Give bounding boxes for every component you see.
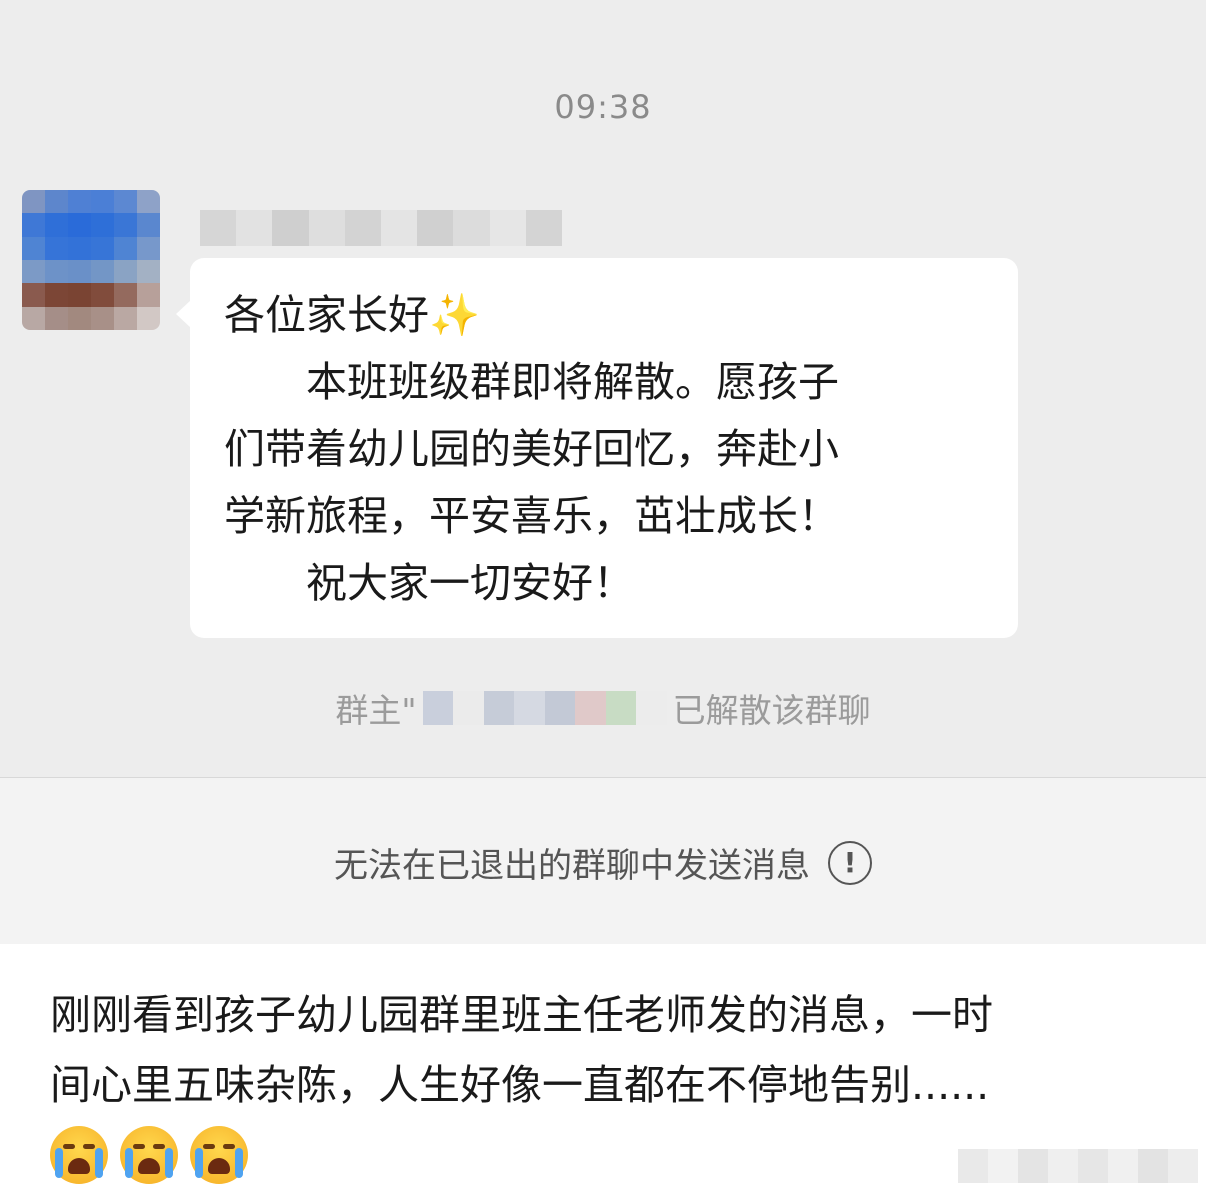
exclamation-circle-icon[interactable]: ! (828, 840, 872, 885)
cannot-send-text: 无法在已退出的群聊中发送消息 (334, 846, 810, 886)
message-line-2: 们带着幼儿园的美好回忆，奔赴小 (224, 425, 839, 473)
notice-prefix: 群主" (335, 691, 417, 730)
sender-avatar[interactable] (22, 190, 160, 330)
caption-line-2: 间心里五味杂陈，人生好像一直都在不停地告别...... (50, 1061, 990, 1109)
owner-name-redacted (422, 691, 667, 725)
chat-area: 09:38 各位家长好✨ 本班班级群即将解散。愿孩子 们带着幼儿园的美好回忆，奔… (0, 0, 1206, 778)
sparkles-icon: ✨ (429, 291, 481, 339)
watermark-redacted (958, 1149, 1198, 1183)
loudly-crying-face-icon (120, 1126, 178, 1184)
notice-suffix: 已解散该群聊 (672, 691, 871, 730)
message-line-4: 祝大家一切安好！ (306, 559, 634, 607)
cannot-send-notice: 无法在已退出的群聊中发送消息 ! (0, 838, 1206, 887)
message-line-1: 本班班级群即将解散。愿孩子 (306, 358, 839, 406)
message-timestamp: 09:38 (554, 88, 652, 126)
message-greeting: 各位家长好✨ (224, 291, 481, 339)
message-bubble[interactable]: 各位家长好✨ 本班班级群即将解散。愿孩子 们带着幼儿园的美好回忆，奔赴小 学新旅… (190, 258, 1018, 638)
loudly-crying-face-icon (50, 1126, 108, 1184)
system-notice-dissolved: 群主" 已解散该群聊 (0, 684, 1206, 732)
caption-line-1: 刚刚看到孩子幼儿园群里班主任老师发的消息，一时 (50, 991, 993, 1039)
message-line-3: 学新旅程，平安喜乐，茁壮成长！ (224, 492, 839, 540)
loudly-crying-face-icon (190, 1126, 248, 1184)
sender-name-redacted (200, 210, 563, 246)
bubble-tail (176, 300, 191, 328)
